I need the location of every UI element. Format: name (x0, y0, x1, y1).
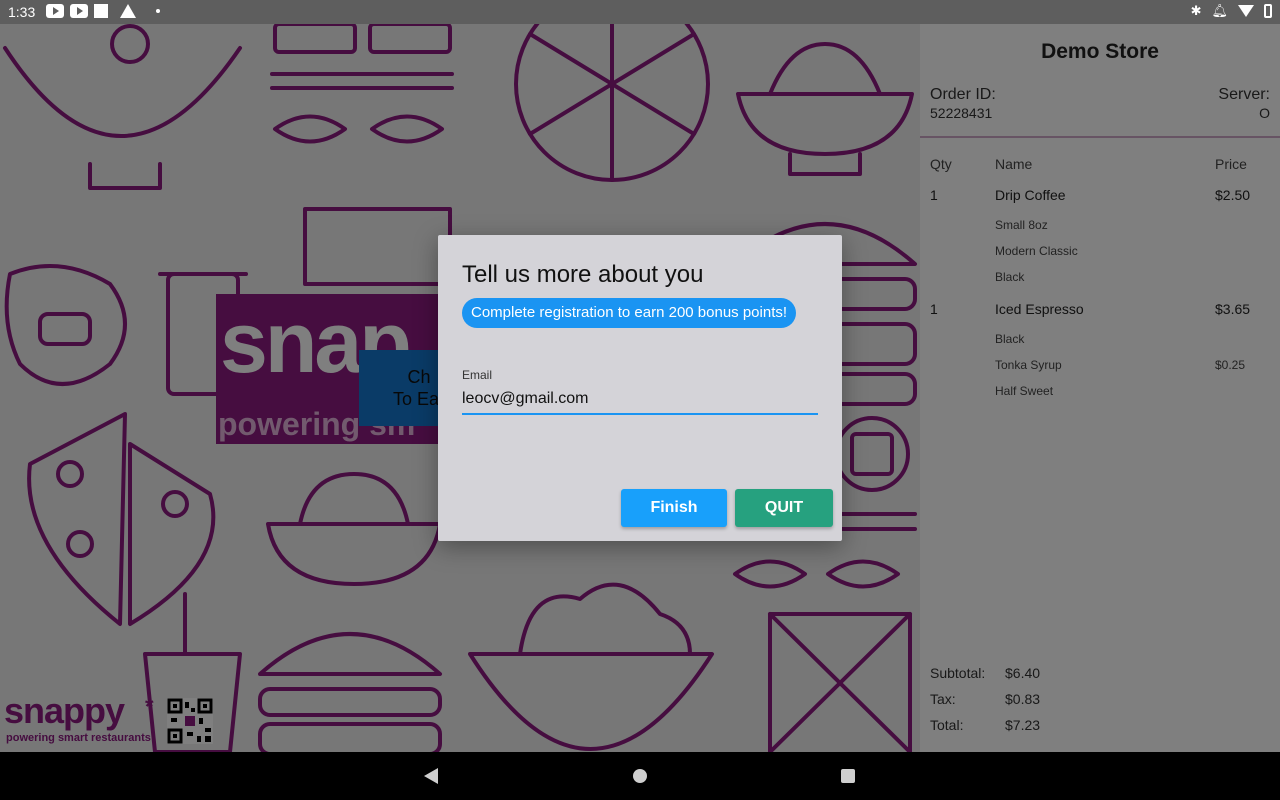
home-icon[interactable] (633, 769, 647, 783)
dialog-title: Tell us more about you (462, 261, 704, 288)
email-label: Email (462, 368, 493, 382)
bonus-points-badge: Complete registration to earn 200 bonus … (462, 298, 797, 328)
navigation-bar (0, 752, 1280, 800)
status-bar: 1:33 ✱ 🔔︎ (0, 0, 1280, 24)
wifi-icon (1238, 5, 1254, 17)
back-icon[interactable] (424, 768, 438, 784)
square-icon (94, 4, 108, 18)
youtube-icon (46, 4, 64, 18)
youtube-icon (70, 4, 88, 18)
bluetooth-icon: ✱ (1190, 3, 1202, 18)
clock: 1:33 (8, 4, 36, 20)
battery-icon (1264, 4, 1272, 18)
finish-button[interactable]: Finish (621, 489, 727, 527)
warning-icon (120, 4, 136, 18)
dot-icon (156, 9, 160, 13)
recents-icon[interactable] (841, 769, 855, 783)
notification-icons (46, 4, 160, 18)
email-field[interactable] (462, 385, 818, 415)
registration-dialog: Tell us more about you Complete registra… (438, 235, 842, 541)
system-icons: ✱ 🔔︎ (1191, 3, 1272, 19)
quit-button[interactable]: QUIT (735, 489, 833, 527)
mute-icon: 🔔︎ (1211, 3, 1228, 18)
